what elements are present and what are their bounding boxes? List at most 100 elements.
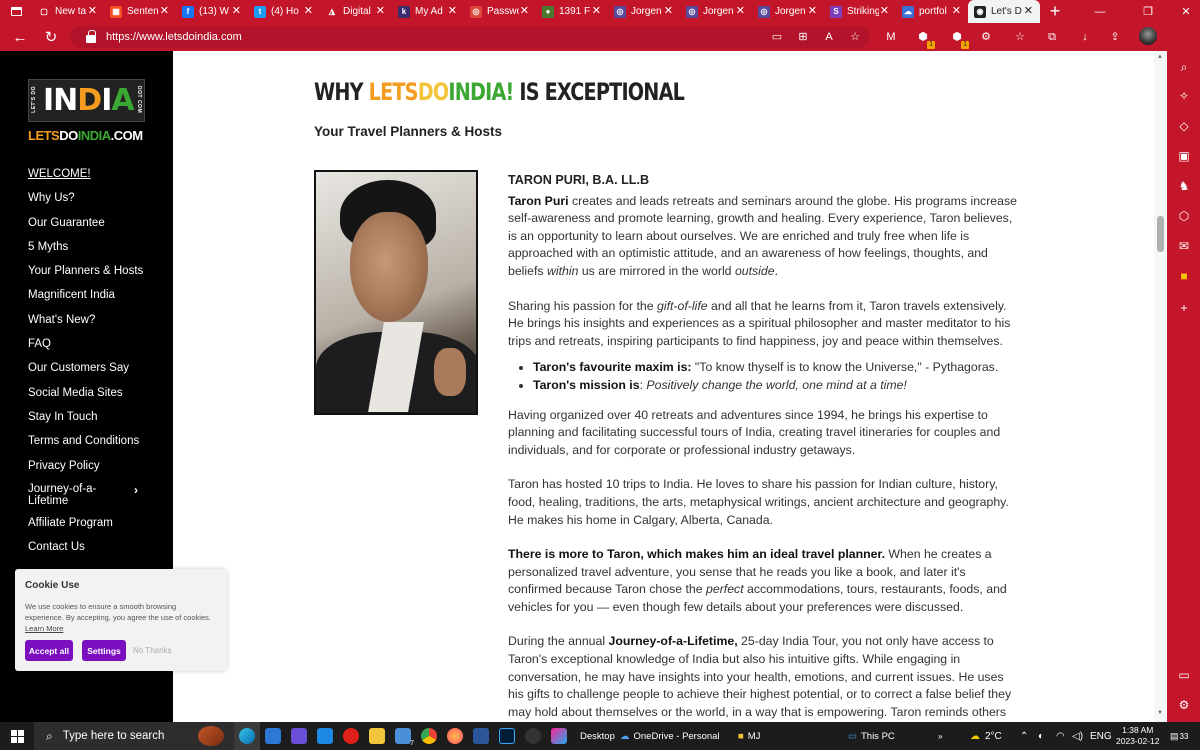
scroll-thumb[interactable]: [1157, 216, 1164, 252]
new-tab-button[interactable]: +: [1040, 0, 1070, 23]
this-pc-item[interactable]: ▭ This PC: [848, 722, 968, 750]
menu-item-journey[interactable]: Journey-of-a-Lifetime ›: [28, 483, 158, 516]
minimize-icon[interactable]: —: [1080, 0, 1120, 23]
close-window-icon[interactable]: ✕: [1166, 0, 1200, 23]
add-favorite-icon[interactable]: ☆: [848, 30, 862, 44]
browser-tab[interactable]: ☁ portfol ✕: [896, 0, 968, 23]
calendar-icon[interactable]: [312, 722, 338, 750]
scroll-up-icon[interactable]: ▲: [1157, 54, 1163, 60]
menu-item-stay-in-touch[interactable]: Stay In Touch: [28, 410, 158, 434]
site-logo[interactable]: LET'S DO INDIA DOT COM: [28, 79, 145, 122]
browser-tab[interactable]: k My Ad ✕: [392, 0, 464, 23]
no-thanks-button[interactable]: No Thanks: [133, 646, 172, 655]
settings-gear-icon[interactable]: ⚙: [1176, 697, 1192, 713]
photoshop-icon[interactable]: [494, 722, 520, 750]
browser-tab[interactable]: ◉ Let's D ✕: [968, 0, 1040, 23]
tab-close-icon[interactable]: ✕: [520, 4, 529, 17]
page-scrollbar[interactable]: ▲ ▼: [1154, 51, 1167, 722]
tab-close-icon[interactable]: ✕: [592, 4, 601, 17]
volume-icon[interactable]: ◁): [1072, 722, 1083, 750]
opera-icon[interactable]: [338, 722, 364, 750]
games-icon[interactable]: ♞: [1176, 178, 1192, 194]
sidebar-layout-icon[interactable]: ▭: [1176, 667, 1192, 683]
search-icon[interactable]: ⌕: [1176, 59, 1192, 75]
tools-icon[interactable]: ▣: [1176, 148, 1192, 164]
word-icon[interactable]: [468, 722, 494, 750]
menu-item-planners-hosts[interactable]: Your Planners & Hosts: [28, 264, 158, 288]
refresh-button[interactable]: ↻: [39, 27, 63, 47]
tab-close-icon[interactable]: ✕: [952, 4, 961, 17]
extensions-icon[interactable]: ⚙: [979, 30, 993, 44]
extension-yellow-icon[interactable]: ■: [1176, 268, 1192, 284]
file-explorer-icon[interactable]: [364, 722, 390, 750]
outlook-icon[interactable]: ✉: [1176, 238, 1192, 254]
downloads-icon[interactable]: ↓: [1078, 30, 1092, 44]
menu-item-social-media[interactable]: Social Media Sites: [28, 386, 158, 410]
extension-m-icon[interactable]: M: [884, 30, 898, 44]
browser-tab[interactable]: ▦ Senten ✕: [104, 0, 176, 23]
extension-adblock-icon[interactable]: ⬢ 1: [916, 30, 935, 49]
onedrive-item[interactable]: ☁ OneDrive - Personal: [620, 722, 738, 750]
logo-wordmark[interactable]: LETSDOINDIA.COM: [28, 128, 143, 143]
back-button[interactable]: ←: [8, 27, 32, 47]
restore-icon[interactable]: ❐: [1128, 0, 1168, 23]
photos-icon[interactable]: [546, 722, 572, 750]
wifi-icon[interactable]: ◠: [1056, 722, 1065, 750]
tab-close-icon[interactable]: ✕: [376, 4, 385, 17]
menu-item-terms[interactable]: Terms and Conditions: [28, 434, 158, 458]
read-aloud-icon[interactable]: A: [822, 30, 836, 44]
windows-start-icon[interactable]: [0, 722, 34, 750]
office-icon[interactable]: ⬡: [1176, 208, 1192, 224]
add-icon[interactable]: +: [1176, 300, 1192, 316]
extension-shield-icon[interactable]: ⬢ 1: [950, 30, 969, 49]
tab-close-icon[interactable]: ✕: [88, 4, 97, 17]
mj-folder-item[interactable]: ■ MJ: [738, 722, 848, 750]
edge-icon[interactable]: [234, 722, 260, 750]
taskbar-search-input[interactable]: ⌕ Type here to search: [34, 722, 234, 750]
favorites-icon[interactable]: ☆: [1013, 30, 1027, 44]
browser-tab[interactable]: ● 1391 F ✕: [536, 0, 608, 23]
menu-item-privacy[interactable]: Privacy Policy: [28, 459, 158, 483]
weather-widget[interactable]: ☁ 2°C: [970, 722, 1002, 750]
chevron-right-icon[interactable]: ›: [134, 484, 138, 496]
collections-icon[interactable]: ⧉: [1045, 30, 1059, 44]
tab-close-icon[interactable]: ✕: [664, 4, 673, 17]
obs-icon[interactable]: [520, 722, 546, 750]
tray-icon[interactable]: ◐: [1038, 722, 1044, 750]
browser-tab[interactable]: ◎ Jorgen ✕: [608, 0, 680, 23]
browser-tab[interactable]: ◎ Jorgen ✕: [680, 0, 752, 23]
cookie-settings-button[interactable]: Settings: [82, 640, 126, 661]
accept-all-button[interactable]: Accept all: [25, 640, 73, 661]
menu-item-why-us[interactable]: Why Us?: [28, 191, 158, 215]
firefox-icon[interactable]: [442, 722, 468, 750]
reader-view-icon[interactable]: ▭: [770, 30, 784, 44]
share-icon[interactable]: ⇪: [1108, 30, 1122, 44]
chrome-icon[interactable]: [416, 722, 442, 750]
tab-close-icon[interactable]: ✕: [160, 4, 169, 17]
url-field[interactable]: https://www.letsdoindia.com: [70, 26, 870, 48]
language-indicator[interactable]: ENG: [1090, 722, 1112, 750]
menu-item-whats-new[interactable]: What's New?: [28, 313, 158, 337]
learn-more-link[interactable]: Learn More: [25, 624, 63, 633]
menu-item-affiliate[interactable]: Affiliate Program: [28, 516, 158, 540]
toolbar-overflow-icon[interactable]: »: [938, 722, 942, 750]
desktop-toolbar[interactable]: Desktop: [580, 722, 618, 750]
menu-item-welcome[interactable]: WELCOME!: [28, 167, 158, 191]
app-available-icon[interactable]: ⊞: [796, 30, 810, 44]
store-icon[interactable]: [260, 722, 286, 750]
menu-item-5-myths[interactable]: 5 Myths: [28, 240, 158, 264]
shopping-icon[interactable]: ◇: [1176, 118, 1192, 134]
tab-close-icon[interactable]: ✕: [880, 4, 889, 17]
tab-close-icon[interactable]: ✕: [304, 4, 313, 17]
tab-actions-icon[interactable]: [0, 0, 32, 23]
menu-item-faq[interactable]: FAQ: [28, 337, 158, 361]
browser-tab[interactable]: S Striking ✕: [824, 0, 896, 23]
browser-tab[interactable]: ◎ Jorgen ✕: [752, 0, 824, 23]
clock[interactable]: 1:38 AM 2023-02-12: [1116, 722, 1159, 750]
show-hidden-icons[interactable]: ⌃: [1020, 722, 1028, 750]
browser-tab[interactable]: ◎ Passwo ✕: [464, 0, 536, 23]
menu-item-customers-say[interactable]: Our Customers Say: [28, 361, 158, 385]
profile-avatar[interactable]: [1139, 27, 1157, 45]
browser-tab[interactable]: ▢ New ta ✕: [32, 0, 104, 23]
notifications-icon[interactable]: ▤ 33: [1170, 722, 1188, 750]
